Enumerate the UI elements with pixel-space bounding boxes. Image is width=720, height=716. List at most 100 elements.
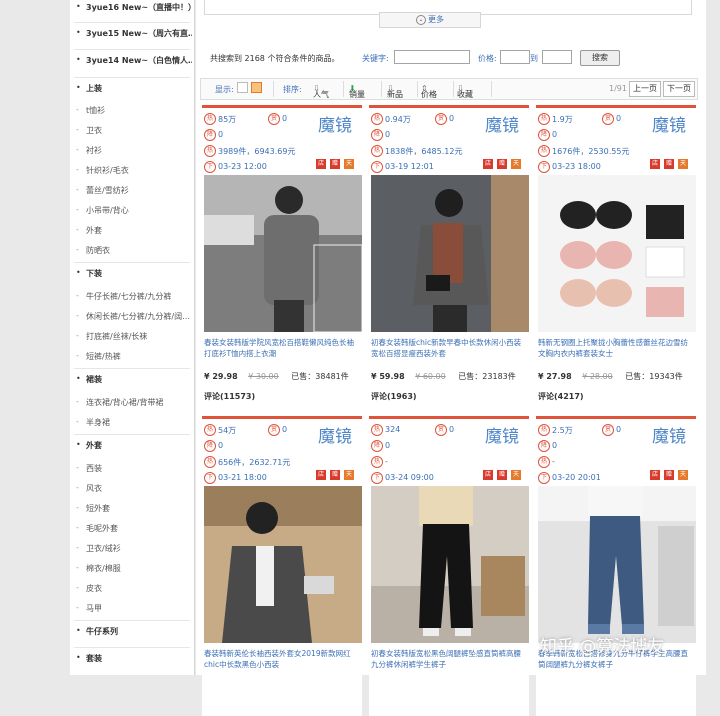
stat-favs: 0 [616,425,622,434]
sidebar-item[interactable]: - t恤衫 [70,105,194,119]
product-photo[interactable] [538,486,696,643]
sort-popularity[interactable]: 人气 ⇩ [313,84,329,99]
product-card[interactable]: 热 324 赏 0 降 0 热 - 下 03-24 09:00 魔镜 店 赠 天… [369,416,529,716]
sidebar-item[interactable]: • 裙装 [70,374,194,388]
review-count[interactable]: 评论(1963) [371,391,417,402]
sidebar-item[interactable]: - 针织衫/毛衣 [70,165,194,179]
product-photo[interactable] [538,175,696,332]
sidebar-item[interactable]: • 上装 [70,83,194,97]
tmall-icon[interactable]: 天 [344,470,354,480]
next-page-button[interactable]: 下一页 [663,81,695,97]
product-photo[interactable] [371,175,529,332]
sidebar-item[interactable]: • 3yue15 New~（周六有直… [70,28,194,42]
shop-icon[interactable]: 店 [316,470,326,480]
sidebar-item[interactable]: - 风衣 [70,483,194,497]
sidebar-item[interactable]: - 半身裙 [70,417,194,431]
sidebar-item[interactable]: - 连衣裙/背心裙/背带裙 [70,397,194,411]
sidebar-item-label: 毛呢外套 [86,524,118,533]
product-photo[interactable] [204,175,362,332]
tmall-icon[interactable]: 天 [344,159,354,169]
card-top-border [369,416,529,419]
sidebar-item[interactable]: - 衬衫 [70,145,194,159]
price-row [204,682,362,694]
sidebar-item[interactable]: - 牛仔长裤/七分裤/九分裤 [70,291,194,305]
price-max-input[interactable] [542,50,572,64]
list-date: 03-21 18:00 [218,473,267,482]
prev-page-button[interactable]: 上一页 [629,81,661,97]
sidebar-item[interactable]: • 3yue14 New~（白色情人… [70,55,194,69]
sidebar-item[interactable]: • 下装 [70,268,194,282]
product-card[interactable]: 热 2.5万 赏 0 降 0 热 - 下 03-20 20:01 魔镜 店 赠 … [536,416,696,716]
sidebar-item[interactable]: - 外套 [70,225,194,239]
sidebar-item[interactable]: - 卫衣/绒衫 [70,543,194,557]
product-title[interactable]: 韩新无钢圈上托聚拢小胸蕾性感蕾丝花边雪纺文胸内衣内裤套装女士 [538,337,694,359]
price-row: ¥ 29.98 ¥ 30.00 已售：38481件 [204,371,362,383]
shop-icon[interactable]: 店 [483,159,493,169]
stat-favs: 0 [616,114,622,123]
tmall-icon[interactable]: 天 [511,470,521,480]
product-photo[interactable] [204,486,362,643]
cart-icon: 热 [371,145,383,157]
product-card[interactable]: 热 0.94万 赏 0 降 0 热 1838件，6485.12元 下 03-19… [369,105,529,405]
sort-favorites[interactable]: 收藏 ⇩ [457,84,473,99]
sidebar-item[interactable]: - 短裤/热裤 [70,351,194,365]
product-card[interactable]: 热 54万 赏 0 降 0 热 656件，2632.71元 下 03-21 18… [202,416,362,716]
product-card[interactable]: 热 85万 赏 0 降 0 热 3989件，6943.69元 下 03-23 1… [202,105,362,405]
keyword-input[interactable] [394,50,470,64]
sidebar-item[interactable]: - 蕾丝/雪纺衫 [70,185,194,199]
sidebar-item[interactable]: - 棉衣/棉服 [70,563,194,577]
more-button[interactable]: ⌄ 更多 [379,12,481,28]
drop-icon: 降 [371,129,383,141]
dash-icon: - [76,543,79,552]
grid-view-icon[interactable] [251,82,262,93]
sidebar-item[interactable]: - 皮衣 [70,583,194,597]
sidebar-item[interactable]: - 卫衣 [70,125,194,139]
sidebar-item[interactable]: - 打底裤/丝袜/长袜 [70,331,194,345]
gift-icon[interactable]: 赠 [664,159,674,169]
price-min-input[interactable] [500,50,530,64]
stat-sales: 1676件，2530.55元 [552,147,630,156]
list-view-icon[interactable] [237,82,248,93]
sidebar-item[interactable]: • 套装 [70,653,194,667]
sidebar-item[interactable]: - 短外套 [70,503,194,517]
sort-sales[interactable]: 销量 ⬇ [349,84,365,99]
gift-icon[interactable]: 赠 [330,470,340,480]
review-count[interactable]: 评论(4217) [538,391,584,402]
product-title[interactable]: 初春女装韩版chic新款早春中长款休闲小西装宽松百搭显瘦西装外套 [371,337,527,359]
price-row [538,682,696,694]
search-button[interactable]: 搜索 [580,50,620,66]
sidebar-separator [74,620,190,621]
product-title[interactable]: 春装女装韩版学院风宽松百搭鞋懒风纯色长袖打底衫T恤内搭上衣潮 [204,337,360,359]
stat-favs: 0 [282,114,288,123]
gift-icon[interactable]: 赠 [330,159,340,169]
sidebar-item[interactable]: - 防晒衣 [70,245,194,259]
sidebar-item[interactable]: • 牛仔系列 [70,626,194,640]
product-title[interactable]: 初春女装韩版宽松黑色阔腿裤坠感直筒裤高腰九分裤休闲裤学生裤子 [371,648,527,670]
stat-drop: 0 [552,441,558,450]
sidebar-item[interactable]: - 毛呢外套 [70,523,194,537]
shop-icon[interactable]: 店 [650,470,660,480]
sidebar-item[interactable]: - 休闲长裤/七分裤/九分裤/阔… [70,311,194,325]
tmall-icon[interactable]: 天 [678,159,688,169]
keyword-label: 关键字: [362,54,389,63]
shop-icon[interactable]: 店 [483,470,493,480]
sidebar-item[interactable]: - 西装 [70,463,194,477]
price-to-label: 到 [530,54,538,63]
tmall-icon[interactable]: 天 [678,470,688,480]
sidebar-item[interactable]: - 马甲 [70,603,194,617]
gift-icon[interactable]: 赠 [497,470,507,480]
gift-icon[interactable]: 赠 [497,159,507,169]
sidebar-item[interactable]: • 3yue16 New~（直播中！） [70,2,194,16]
gift-icon[interactable]: 赠 [664,470,674,480]
shop-icon[interactable]: 店 [316,159,326,169]
product-photo[interactable] [371,486,529,643]
sort-newest[interactable]: 新品 ⇩ [387,84,403,99]
shop-icon[interactable]: 店 [650,159,660,169]
sidebar-item[interactable]: • 外套 [70,440,194,454]
sidebar-item[interactable]: - 小吊带/背心 [70,205,194,219]
product-card[interactable]: 热 1.9万 赏 0 降 0 热 1676件，2530.55元 下 03-23 … [536,105,696,405]
product-title[interactable]: 春装韩新英伦长袖西装外套女2019新款网红chic中长款黑色小西装 [204,648,360,670]
review-count[interactable]: 评论(11573) [204,391,255,402]
sort-price[interactable]: 价格 ⇕ [421,84,437,99]
tmall-icon[interactable]: 天 [511,159,521,169]
